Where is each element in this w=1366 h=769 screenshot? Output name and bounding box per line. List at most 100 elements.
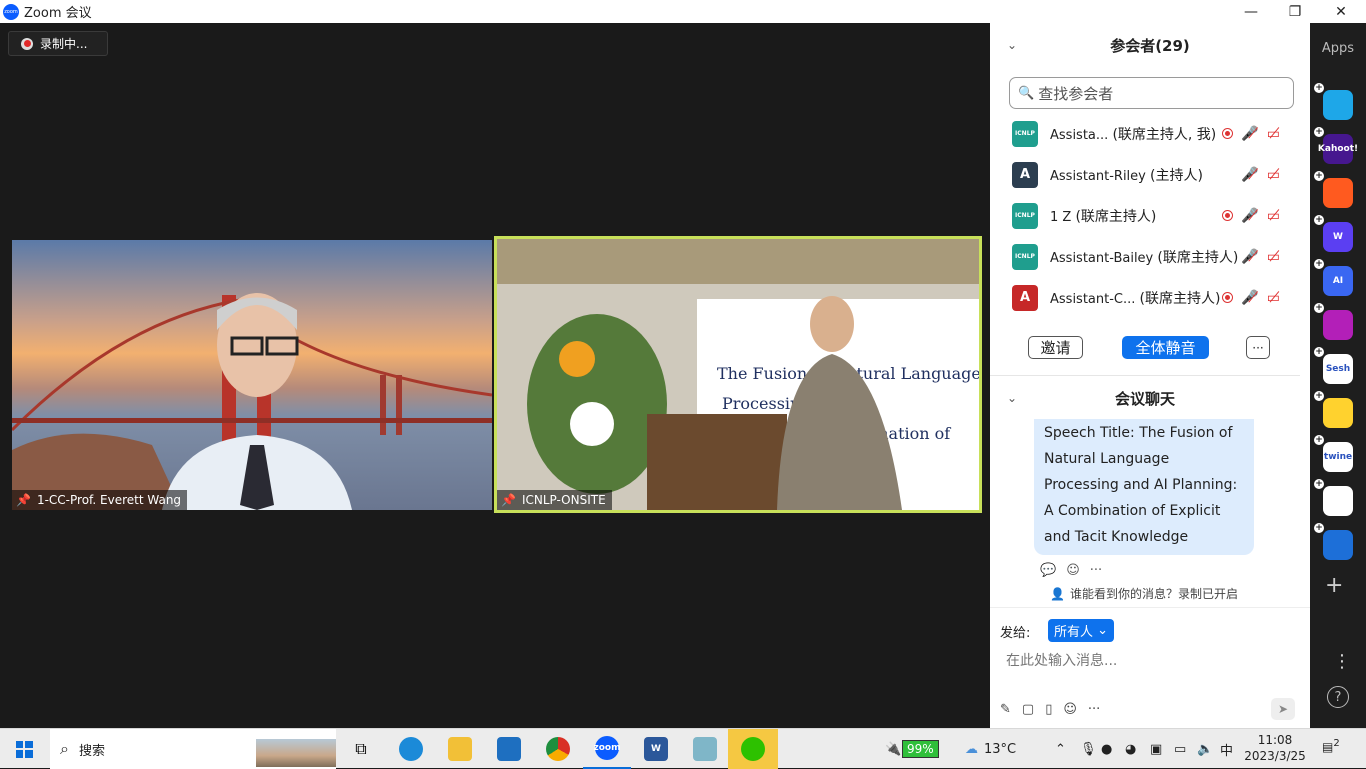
participant-search-input[interactable]: 🔍 查找参会者 [1009, 77, 1294, 109]
ime-indicator[interactable]: 中 [1220, 729, 1233, 769]
qq-icon[interactable]: ◕ [1125, 729, 1136, 769]
screenshot-icon[interactable]: ▢ [1022, 702, 1034, 717]
battery-indicator[interactable]: 99% [902, 729, 939, 769]
participant-row[interactable]: ICNLP 1 Z (联席主持人) 🎤̸ ▭̸ [990, 195, 1300, 236]
twine-icon[interactable]: + twine [1314, 435, 1353, 472]
microphone-icon[interactable]: 🎙 [1080, 729, 1097, 769]
add-icon[interactable]: + [1314, 127, 1324, 137]
video-tile-onsite[interactable]: The Fusion of Natural Language Processin… [494, 236, 982, 513]
help-icon[interactable]: ? [1327, 686, 1349, 708]
visibility-notice[interactable]: 👤 谁能看到你的消息？录制已开启 [1050, 585, 1238, 602]
message-input[interactable]: 在此处输入消息... [1006, 650, 1117, 670]
mic-muted-icon[interactable]: 🎤̸ [1241, 167, 1258, 183]
word-icon[interactable]: W [641, 729, 671, 769]
task-view-icon[interactable]: ⧉ [346, 729, 376, 769]
video-off-icon[interactable]: ▭̸ [1267, 126, 1280, 142]
video-off-icon[interactable]: ▭̸ [1267, 208, 1280, 224]
apps-label: Apps [1321, 41, 1355, 56]
notification-count: 2 [1333, 738, 1340, 749]
add-icon[interactable]: + [1314, 215, 1324, 225]
chrome-icon[interactable] [543, 729, 573, 769]
power-icon[interactable]: 🔌 [885, 729, 901, 769]
sync-app-icon[interactable]: + [1314, 523, 1353, 560]
restore-button[interactable]: ❐ [1272, 0, 1318, 23]
video-tile-prof[interactable]: 📌 1-CC-Prof. Everett Wang [12, 240, 492, 510]
zoom-logo-icon: zoom [3, 3, 19, 20]
video-off-icon[interactable]: ▭̸ [1267, 290, 1280, 306]
record-icon [21, 37, 33, 50]
notification-center-icon[interactable]: ▤2 [1322, 738, 1346, 760]
video-off-icon[interactable]: ▭̸ [1267, 249, 1280, 265]
invite-button[interactable]: 邀请 [1028, 336, 1083, 359]
mail-icon[interactable] [494, 729, 524, 769]
mic-muted-icon[interactable]: 🎤̸ [1241, 126, 1258, 142]
wechat-tray-icon[interactable]: ● [1101, 729, 1112, 769]
video-off-icon[interactable]: ▭̸ [1267, 167, 1280, 183]
system-clock[interactable]: 11:08 2023/3/25 [1244, 732, 1306, 764]
network-icon[interactable]: ▭ [1174, 729, 1186, 769]
participant-row[interactable]: ICNLP Assista... (联席主持人, 我) 🎤̸ ▭̸ [990, 113, 1300, 154]
emoji-app-icon[interactable]: + [1314, 391, 1353, 428]
volume-icon[interactable]: 🔈 [1197, 729, 1213, 769]
start-button[interactable] [0, 729, 48, 769]
emoji-reaction-icon[interactable]: ☺ [1066, 563, 1080, 578]
participant-row[interactable]: ICNLP Assistant-Bailey (联席主持人) 🎤̸ ▭̸ [990, 236, 1300, 277]
search-highlight-image [256, 739, 336, 767]
grid-app-icon[interactable]: + [1314, 479, 1353, 516]
send-button[interactable]: ➤ [1271, 698, 1295, 720]
emoji-icon[interactable]: ☺ [1063, 702, 1077, 717]
add-icon[interactable]: + [1314, 347, 1324, 357]
participant-name: 1-CC-Prof. Everett Wang [36, 493, 182, 507]
more-icon[interactable]: ··· [1088, 702, 1100, 717]
participant-role: (联席主持人, 我) [1112, 126, 1217, 143]
sesh-icon[interactable]: + Sesh [1314, 347, 1353, 384]
show-hidden-icons[interactable]: ⌃ [1055, 729, 1066, 769]
more-vertical-icon[interactable]: ⋮ [1333, 651, 1351, 672]
camera-app-icon[interactable]: + [1314, 303, 1353, 340]
search-placeholder: 查找参会者 [1038, 84, 1114, 103]
video-stage: 录制中... 📌 1-CC-Prof. Everett Wang The Fus… [0, 23, 990, 728]
collapse-chevron-icon[interactable]: ⌄ [1007, 38, 1017, 52]
add-icon[interactable]: + [1314, 479, 1324, 489]
mute-all-button[interactable]: 全体静音 [1122, 336, 1209, 359]
notes-app-icon[interactable] [690, 729, 720, 769]
recording-indicator[interactable]: 录制中... [8, 31, 108, 56]
kahoot-icon[interactable]: + Kahoot! [1314, 127, 1358, 164]
add-icon[interactable]: + [1314, 83, 1324, 93]
close-button[interactable]: ✕ [1318, 0, 1364, 23]
mic-muted-icon[interactable]: 🎤̸ [1241, 249, 1258, 265]
add-icon[interactable]: + [1314, 435, 1324, 445]
weather-widget[interactable]: ☁ 13°C [965, 729, 1016, 769]
participants-title: 参会者(29) [1110, 36, 1190, 55]
zoom-taskbar-icon[interactable]: zoom [583, 729, 631, 769]
reply-icon[interactable]: 💬 [1040, 563, 1056, 578]
add-app-icon[interactable]: + [1325, 573, 1343, 598]
add-icon[interactable]: + [1314, 303, 1324, 313]
collapse-chevron-icon[interactable]: ⌄ [1007, 391, 1017, 405]
orange-app-icon[interactable]: + [1314, 171, 1353, 208]
more-icon[interactable]: ··· [1090, 563, 1102, 578]
add-icon[interactable]: + [1314, 523, 1324, 533]
chat-message: Speech Title: The Fusion of Natural Lang… [1034, 419, 1254, 555]
file-icon[interactable]: ▯ [1045, 702, 1052, 717]
more-options-button[interactable]: ··· [1246, 336, 1270, 359]
mic-muted-icon[interactable]: 🎤̸ [1241, 290, 1258, 306]
taskbar-search[interactable]: ⌕ 搜索 [50, 729, 336, 769]
edge-icon[interactable] [396, 729, 426, 769]
minimize-button[interactable]: — [1228, 0, 1274, 23]
tray-app-icon[interactable]: ▣ [1150, 729, 1162, 769]
participant-row[interactable]: A Assistant-Riley (主持人) 🎤̸ ▭̸ [990, 154, 1300, 195]
wechat-icon[interactable] [728, 729, 778, 769]
play-app-icon[interactable]: + [1314, 83, 1353, 120]
file-explorer-icon[interactable] [445, 729, 475, 769]
ai-app-icon[interactable]: + AI [1314, 259, 1353, 296]
participant-row[interactable]: A Assistant-C... (联席主持人) 🎤̸ ▭̸ [990, 277, 1300, 318]
add-icon[interactable]: + [1314, 171, 1324, 181]
add-icon[interactable]: + [1314, 391, 1324, 401]
mic-muted-icon[interactable]: 🎤̸ [1241, 208, 1258, 224]
w-app-icon[interactable]: + W [1314, 215, 1353, 252]
format-icon[interactable]: ✎ [1000, 702, 1011, 717]
add-icon[interactable]: + [1314, 259, 1324, 269]
recording-icon [1222, 210, 1234, 221]
recipient-select[interactable]: 所有人 ⌄ [1048, 619, 1114, 642]
